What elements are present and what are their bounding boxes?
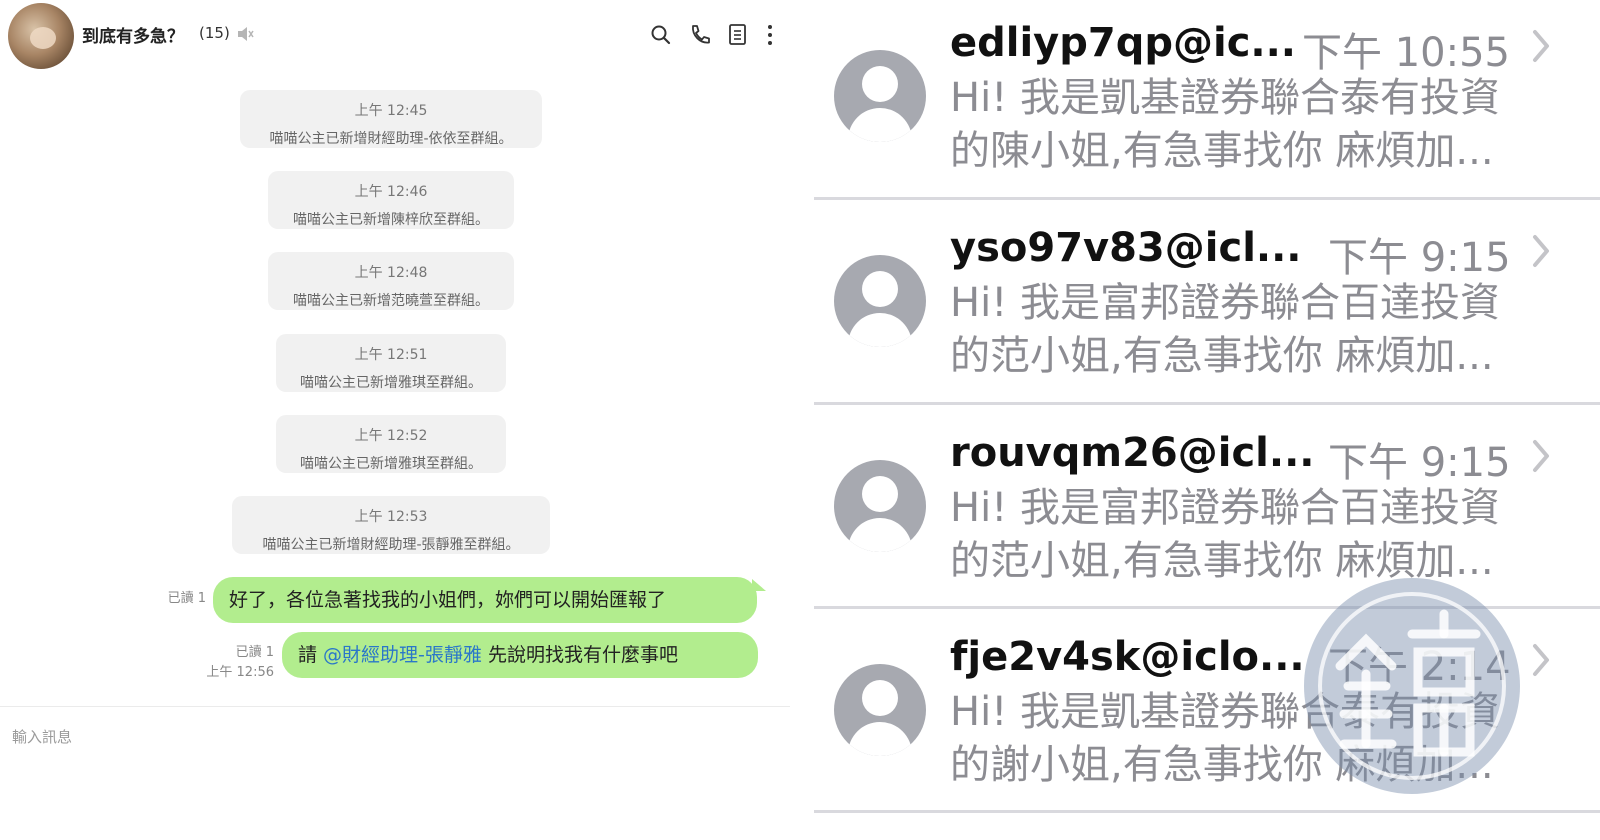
message-time: 下午 9:15 (1328, 440, 1511, 486)
group-avatar[interactable] (8, 3, 74, 69)
mirror-media-logo-icon (1304, 578, 1520, 794)
chevron-right-icon (1533, 235, 1549, 267)
system-message-time: 上午 12:48 (354, 265, 428, 281)
chat-bubble[interactable]: 請 @財經助理-張靜雅 先說明找我有什麼事吧 (282, 632, 758, 678)
preview-line: Hi! 我是富邦證券聯合百達投資 (950, 280, 1500, 326)
list-item[interactable]: yso97v83@icl... 下午 9:15 Hi! 我是富邦證券聯合百達投資… (790, 205, 1600, 409)
contact-avatar-icon (834, 460, 926, 552)
system-message: 上午 12:45 喵喵公主已新增財經助理-依依至群組。 (240, 90, 542, 148)
list-item[interactable]: edliyp7qp@ic... 下午 10:55 Hi! 我是凱基證券聯合泰有投… (790, 0, 1600, 204)
contact-avatar-icon (834, 50, 926, 142)
system-message: 上午 12:52 喵喵公主已新增雅琪至群組。 (276, 415, 506, 473)
message-prefix: 請 (298, 644, 324, 666)
member-count: (15) (199, 24, 230, 42)
system-message-text: 喵喵公主已新增范曉萱至群組。 (293, 293, 489, 309)
read-receipt: 已讀 1 (167, 591, 206, 606)
chevron-right-icon (1533, 30, 1549, 62)
system-message: 上午 12:48 喵喵公主已新增范曉萱至群組。 (268, 252, 514, 310)
system-message-text: 喵喵公主已新增財經助理-依依至群組。 (269, 131, 513, 147)
system-message-time: 上午 12:51 (354, 347, 428, 363)
system-message-text: 喵喵公主已新增陳梓欣至群組。 (293, 212, 489, 228)
chat-bubble[interactable]: 好了，各位急著找我的小姐們，妳們可以開始匯報了 (213, 577, 757, 623)
chat-panel: 到底有多急？ (15) 上午 12:45 喵喵公主已新增財經助理-依依至群組。 … (0, 0, 790, 840)
system-message-time: 上午 12:53 (354, 509, 428, 525)
search-icon[interactable] (649, 22, 673, 48)
contact-avatar-icon (834, 255, 926, 347)
mute-icon (238, 27, 254, 41)
sender-address: fje2v4sk@iclo... (950, 634, 1305, 680)
row-divider (814, 197, 1600, 200)
contact-avatar-icon (834, 664, 926, 756)
chat-header: 到底有多急？ (15) (0, 0, 790, 72)
chat-title[interactable]: 到底有多急？ (82, 22, 184, 47)
phone-icon[interactable] (687, 22, 711, 48)
message-suffix: 先說明找我有什麼事吧 (481, 644, 678, 666)
message-time: 上午 12:56 (206, 665, 274, 680)
bubble-tail (752, 579, 766, 591)
message-time: 下午 9:15 (1328, 235, 1511, 281)
system-message-time: 上午 12:46 (354, 184, 428, 200)
message-time: 下午 10:55 (1302, 30, 1510, 76)
notes-icon[interactable] (726, 22, 750, 48)
system-message-time: 上午 12:52 (354, 428, 428, 444)
sender-address: edliyp7qp@ic... (950, 20, 1296, 66)
row-divider (814, 810, 1600, 813)
system-message: 上午 12:51 喵喵公主已新增雅琪至群組。 (276, 334, 506, 392)
more-icon[interactable] (760, 22, 780, 48)
mention-link[interactable]: @財經助理-張靜雅 (323, 644, 482, 666)
sender-address: rouvqm26@icl... (950, 430, 1315, 476)
input-divider (0, 706, 790, 707)
system-message-text: 喵喵公主已新增雅琪至群組。 (300, 456, 482, 472)
preview-line: 的范小姐,有急事找你 麻煩加... (950, 333, 1494, 379)
sender-address: yso97v83@icl... (950, 225, 1302, 271)
system-message: 上午 12:53 喵喵公主已新增財經助理-張靜雅至群組。 (232, 496, 550, 554)
read-receipt: 已讀 1 (235, 645, 274, 660)
message-input[interactable]: 輸入訊息 (12, 726, 72, 747)
preview-line: 的陳小姐,有急事找你 麻煩加... (950, 128, 1494, 174)
preview-line: Hi! 我是凱基證券聯合泰有投資 (950, 75, 1500, 121)
system-message-text: 喵喵公主已新增財經助理-張靜雅至群組。 (262, 537, 520, 553)
chevron-right-icon (1533, 440, 1549, 472)
chevron-right-icon (1533, 644, 1549, 676)
message-text: 好了，各位急著找我的小姐們，妳們可以開始匯報了 (229, 589, 667, 611)
row-divider (814, 402, 1600, 405)
system-message-text: 喵喵公主已新增雅琪至群組。 (300, 375, 482, 391)
preview-line: Hi! 我是富邦證券聯合百達投資 (950, 485, 1500, 531)
system-message: 上午 12:46 喵喵公主已新增陳梓欣至群組。 (268, 171, 514, 229)
system-message-time: 上午 12:45 (354, 103, 428, 119)
